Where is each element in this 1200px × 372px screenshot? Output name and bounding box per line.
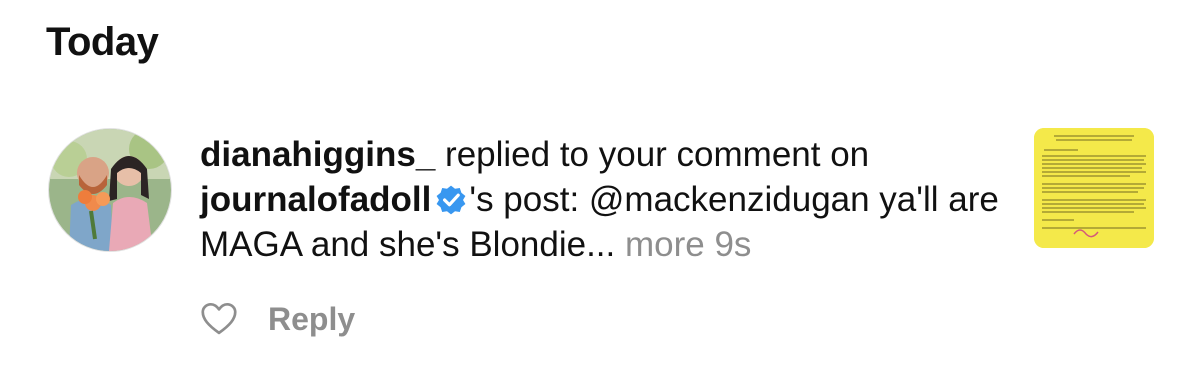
notification-text[interactable]: dianahiggins_ replied to your comment on…	[200, 132, 1000, 267]
action-text: replied to your comment on	[435, 135, 870, 174]
post-owner-link[interactable]: journalofadoll	[200, 180, 431, 219]
section-title: Today	[46, 20, 159, 64]
post-thumbnail[interactable]	[1034, 128, 1154, 248]
reply-button[interactable]: Reply	[268, 301, 355, 338]
verified-badge-icon	[436, 185, 466, 215]
avatar-photo-icon	[49, 129, 171, 251]
notification-item[interactable]: dianahiggins_ replied to your comment on…	[0, 128, 1200, 268]
post-thumbnail-image	[1034, 128, 1154, 248]
notification-actions: Reply	[200, 296, 355, 342]
username-link[interactable]: dianahiggins_	[200, 135, 435, 174]
timestamp: 9s	[714, 225, 752, 264]
avatar[interactable]	[48, 128, 172, 252]
heart-outline-icon[interactable]	[200, 302, 238, 336]
more-link[interactable]: more	[625, 225, 705, 264]
